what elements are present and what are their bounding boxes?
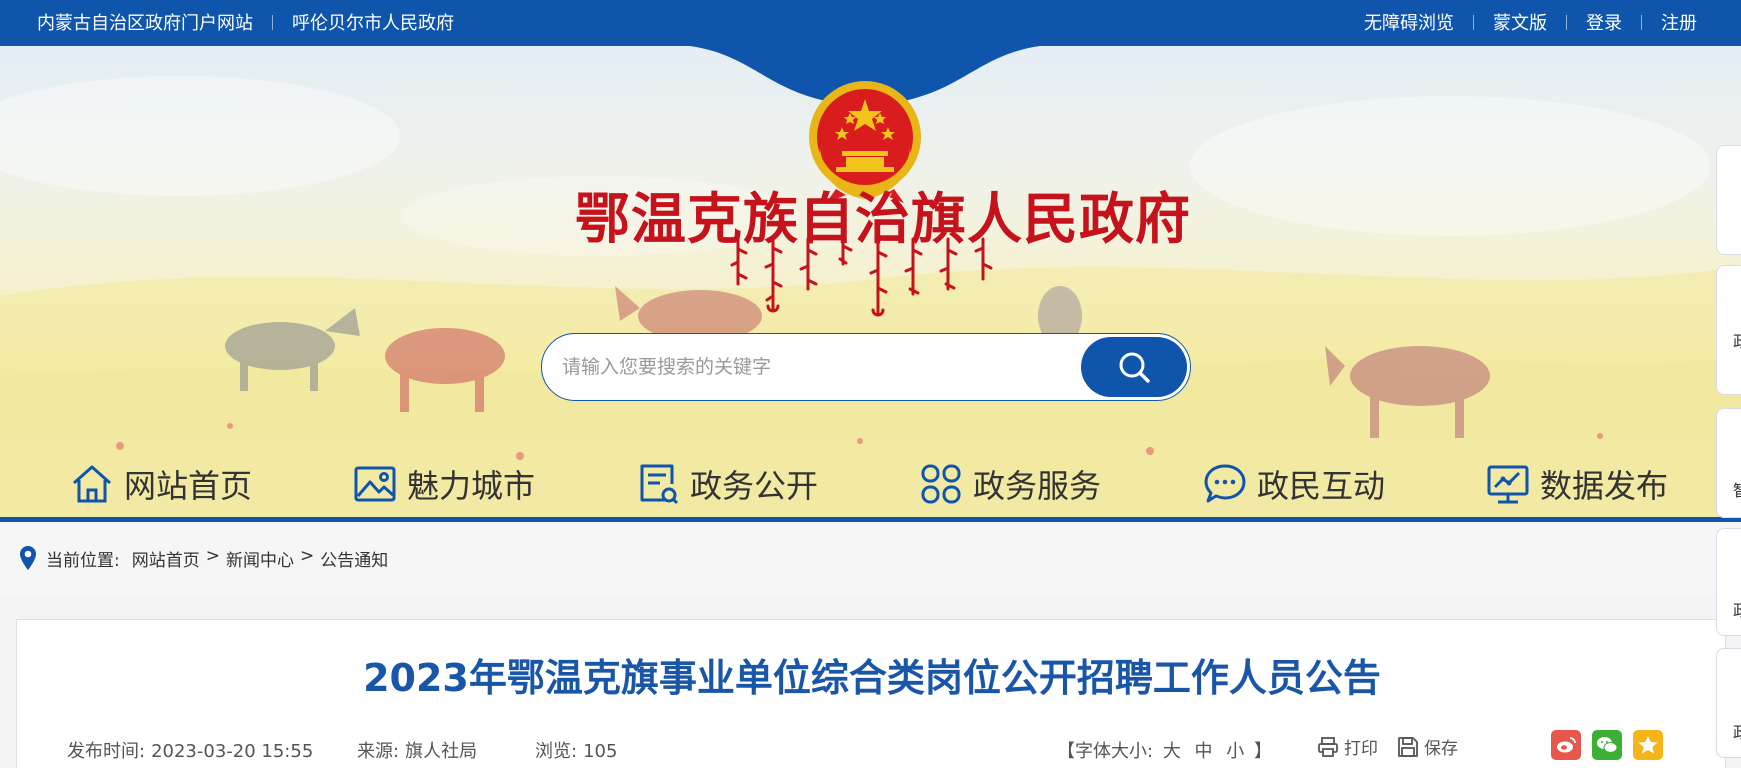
- view-count: 浏览: 105: [535, 737, 617, 763]
- link-inner-mongolia-gov[interactable]: 内蒙古自治区政府门户网站: [37, 9, 253, 35]
- font-size-small[interactable]: 小: [1226, 741, 1244, 762]
- chart-monitor-icon: [1487, 465, 1529, 504]
- home-icon: [73, 465, 111, 503]
- nav-item-gov-services[interactable]: 政务服务: [919, 456, 1101, 512]
- breadcrumb-trail: 当前位置: 网站首页 > 新闻中心 > 公告通知: [46, 546, 388, 571]
- search-button[interactable]: [1081, 337, 1187, 397]
- font-size-close: 】: [1254, 741, 1273, 762]
- breadcrumb-separator: >: [205, 546, 220, 566]
- search-icon: [1119, 352, 1150, 383]
- save-button[interactable]: 保存: [1397, 734, 1458, 759]
- search-input[interactable]: [562, 348, 1062, 386]
- print-label: 打印: [1344, 739, 1378, 759]
- image-icon: [354, 466, 396, 502]
- breadcrumb-announcements[interactable]: 公告通知: [320, 546, 388, 571]
- font-size-control: 【字体大小: 大 中 小 】: [1057, 737, 1272, 763]
- side-tab-1[interactable]: [1716, 145, 1741, 255]
- grid-icon: [921, 464, 961, 504]
- nav-label: 政务服务: [973, 467, 1102, 505]
- save-icon: [1398, 736, 1418, 757]
- nav-label: 网站首页: [124, 467, 253, 505]
- side-tab-label: 智: [1733, 477, 1741, 501]
- print-icon: [1318, 736, 1338, 757]
- print-button[interactable]: 打印: [1317, 734, 1378, 759]
- top-bar-left: 内蒙古自治区政府门户网站 呼伦贝尔市人民政府: [37, 9, 454, 35]
- source-value: 旗人社局: [405, 741, 478, 762]
- login-link[interactable]: 登录: [1586, 9, 1622, 35]
- nav-item-public-interaction[interactable]: 政民互动: [1203, 456, 1385, 512]
- divider: [272, 14, 273, 30]
- link-hulunbuir-gov[interactable]: 呼伦贝尔市人民政府: [292, 9, 454, 35]
- views-label: 浏览:: [535, 741, 578, 762]
- mongolian-version-link[interactable]: 蒙文版: [1493, 9, 1547, 35]
- top-bar-right: 无障碍浏览 蒙文版 登录 注册: [1364, 9, 1697, 35]
- article-card: 2023年鄂温克旗事业单位综合类岗位公开招聘工作人员公告 发布时间: 2023-0…: [16, 619, 1726, 768]
- header-banner: 鄂温克族自治旗人民政府 请输入您要搜索的关键字 网站首页 魅力城市 政务公开 政…: [0, 46, 1741, 517]
- breadcrumb-home[interactable]: 网站首页: [132, 546, 200, 571]
- breadcrumb-news-center[interactable]: 新闻中心: [226, 546, 294, 571]
- side-tab-label: 政: [1733, 597, 1741, 621]
- nav-item-gov-affairs-open[interactable]: 政务公开: [636, 456, 818, 512]
- article-title: 2023年鄂温克旗事业单位综合类岗位公开招聘工作人员公告: [363, 656, 1381, 700]
- font-size-label: 【字体大小:: [1057, 741, 1154, 762]
- font-size-medium[interactable]: 中: [1195, 741, 1213, 762]
- share-wechat-button[interactable]: [1592, 730, 1622, 760]
- wechat-icon: [1597, 737, 1618, 753]
- source-label: 来源:: [357, 741, 400, 762]
- breadcrumb-separator: >: [299, 546, 315, 566]
- publish-time: 发布时间: 2023-03-20 15:55: [67, 737, 313, 763]
- breadcrumb-label: 当前位置:: [46, 551, 120, 571]
- share-weibo-button[interactable]: [1551, 730, 1581, 760]
- document-icon: [640, 464, 679, 505]
- chat-icon: [1204, 464, 1246, 503]
- accessibility-link[interactable]: 无障碍浏览: [1364, 9, 1454, 35]
- nav-label: 魅力城市: [407, 467, 536, 505]
- side-tab-4[interactable]: 政: [1716, 528, 1741, 636]
- nav-label: 政民互动: [1257, 467, 1386, 505]
- nav-label: 政务公开: [690, 467, 819, 505]
- register-link[interactable]: 注册: [1661, 9, 1697, 35]
- font-size-large[interactable]: 大: [1163, 741, 1181, 762]
- side-tab-label: 政: [1733, 328, 1741, 352]
- side-tab-3[interactable]: 智: [1716, 408, 1741, 518]
- article-source: 来源: 旗人社局: [357, 737, 477, 763]
- publish-time-value: 2023-03-20 15:55: [151, 741, 314, 762]
- divider: [1641, 14, 1642, 30]
- nav-label: 数据发布: [1540, 467, 1669, 505]
- nav-item-data-release[interactable]: 数据发布: [1486, 456, 1668, 512]
- search-bar: [541, 333, 1191, 401]
- main-nav: 网站首页 魅力城市 政务公开 政务服务 政民互动 数据发布: [0, 456, 1741, 512]
- nav-item-home[interactable]: 网站首页: [70, 456, 252, 512]
- mongolian-script-title: [730, 237, 993, 317]
- qzone-icon: [1638, 736, 1658, 754]
- side-tab-2[interactable]: 政: [1716, 265, 1741, 395]
- divider: [1473, 14, 1474, 30]
- weibo-icon: [1557, 737, 1576, 753]
- share-qzone-button[interactable]: [1633, 730, 1663, 760]
- breadcrumb: 当前位置: 网站首页 > 新闻中心 > 公告通知: [0, 522, 1741, 594]
- divider: [1566, 14, 1567, 30]
- views-value: 105: [583, 741, 618, 762]
- nav-item-charm-city[interactable]: 魅力城市: [353, 456, 535, 512]
- publish-time-label: 发布时间:: [67, 741, 146, 762]
- save-label: 保存: [1424, 739, 1458, 759]
- side-tab-label: 政: [1733, 719, 1741, 743]
- location-pin-icon: [20, 546, 36, 570]
- top-bar: 内蒙古自治区政府门户网站 呼伦贝尔市人民政府 无障碍浏览 蒙文版 登录 注册: [0, 0, 1741, 46]
- side-tab-5[interactable]: 政: [1716, 648, 1741, 758]
